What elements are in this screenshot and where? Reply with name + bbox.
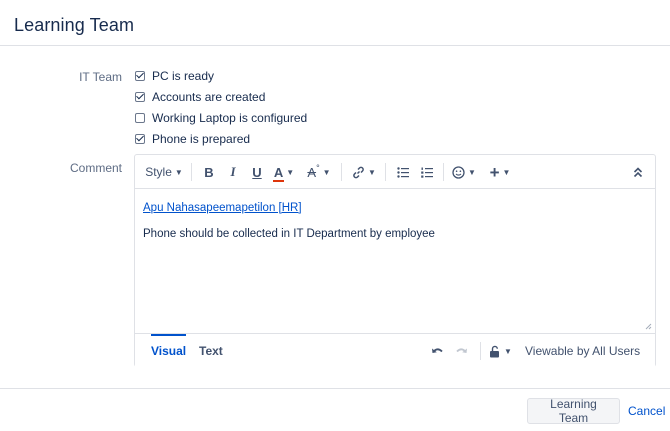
checkbox-label: Accounts are created xyxy=(152,90,266,104)
comment-body-text: Phone should be collected in IT Departme… xyxy=(143,228,435,240)
tab-text[interactable]: Text xyxy=(199,334,223,368)
link-button[interactable]: ▼ xyxy=(349,155,379,189)
editor-toolbar: Style ▼ B I U A ▼ A ° ▼ ▼ ▼ + ▼ xyxy=(135,155,655,189)
comment-label: Comment xyxy=(69,161,122,175)
text-effects-icon: A xyxy=(307,164,317,180)
chevron-down-icon: ▼ xyxy=(174,167,183,177)
text-effects-button[interactable]: A ° ▼ xyxy=(303,155,335,189)
it-team-label: IT Team xyxy=(79,70,122,84)
link-icon xyxy=(353,166,364,178)
collapse-toolbar-button[interactable] xyxy=(627,155,649,189)
toolbar-divider xyxy=(341,163,342,181)
checkbox-checked-icon[interactable] xyxy=(135,134,145,144)
chevron-down-icon: ▼ xyxy=(286,167,295,177)
checkbox-phone-prepared[interactable]: Phone is prepared xyxy=(135,131,250,147)
footer-divider-line xyxy=(0,388,670,389)
checkbox-label: PC is ready xyxy=(152,69,215,83)
chevron-down-icon: ▼ xyxy=(502,167,511,177)
text-color-icon: A xyxy=(272,164,285,182)
unlock-icon xyxy=(490,345,499,357)
bold-icon: B xyxy=(204,164,214,180)
dialog-header: Learning Team xyxy=(0,0,670,46)
checkbox-unchecked-icon[interactable] xyxy=(135,113,145,123)
insert-plus-icon: + xyxy=(489,162,500,182)
chevron-down-icon: ▼ xyxy=(368,167,376,177)
toolbar-divider xyxy=(191,163,192,181)
underline-icon: U xyxy=(252,164,262,180)
footer-divider xyxy=(480,342,481,360)
submit-button[interactable]: Learning Team xyxy=(527,397,620,425)
user-mention-link[interactable]: Apu Nahasapeemapetilon [HR] xyxy=(143,202,302,214)
redo-icon xyxy=(456,348,467,353)
style-dropdown[interactable]: Style ▼ xyxy=(143,155,185,189)
editor-content[interactable]: Apu Nahasapeemapetilon [HR] Phone should… xyxy=(143,198,643,240)
resize-handle-icon[interactable] xyxy=(644,322,652,330)
italic-icon: I xyxy=(230,164,236,179)
toolbar-divider xyxy=(385,163,386,181)
chevron-down-icon: ▼ xyxy=(468,167,476,177)
chevron-down-icon: ▼ xyxy=(322,167,331,177)
italic-button[interactable]: I xyxy=(221,155,245,189)
redo-button[interactable] xyxy=(455,343,468,359)
numbered-list-button[interactable] xyxy=(415,155,439,189)
checkbox-checked-icon[interactable] xyxy=(135,92,145,102)
text-color-button[interactable]: A ▼ xyxy=(269,155,299,189)
checkbox-pc-ready[interactable]: PC is ready xyxy=(135,68,214,84)
emoji-icon xyxy=(452,165,465,179)
checkbox-checked-icon[interactable] xyxy=(135,71,145,81)
tab-visual[interactable]: Visual xyxy=(151,334,187,368)
collapse-toolbar-icon xyxy=(633,166,643,177)
insert-more-button[interactable]: + ▼ xyxy=(485,155,515,189)
dialog-title: Learning Team xyxy=(14,15,135,35)
restrictions-dropdown[interactable]: ▼ xyxy=(489,343,512,359)
checkbox-label: Phone is prepared xyxy=(152,132,251,146)
emoji-button[interactable]: ▼ xyxy=(449,155,479,189)
chevron-down-icon: ▼ xyxy=(504,346,512,356)
checkbox-accounts-created[interactable]: Accounts are created xyxy=(135,89,265,105)
checkbox-laptop-configured[interactable]: Working Laptop is configured xyxy=(135,110,307,126)
checkbox-label: Working Laptop is configured xyxy=(152,111,308,125)
editor-footer: Visual Text ▼ Viewable by All Users xyxy=(135,333,655,367)
visibility-label[interactable]: Viewable by All Users xyxy=(525,334,640,368)
undo-icon xyxy=(432,348,443,353)
toolbar-divider xyxy=(443,163,444,181)
comment-editor: Style ▼ B I U A ▼ A ° ▼ ▼ ▼ + ▼ Apu Naha… xyxy=(134,154,656,367)
numbered-list-icon xyxy=(421,167,433,178)
undo-button[interactable] xyxy=(431,343,444,359)
bullet-list-icon xyxy=(397,166,409,178)
style-label: Style xyxy=(145,165,172,179)
bold-button[interactable]: B xyxy=(197,155,221,189)
underline-button[interactable]: U xyxy=(245,155,269,189)
cancel-link[interactable]: Cancel xyxy=(628,404,665,418)
bullet-list-button[interactable] xyxy=(391,155,415,189)
text-effects-icon: ° xyxy=(316,163,320,173)
